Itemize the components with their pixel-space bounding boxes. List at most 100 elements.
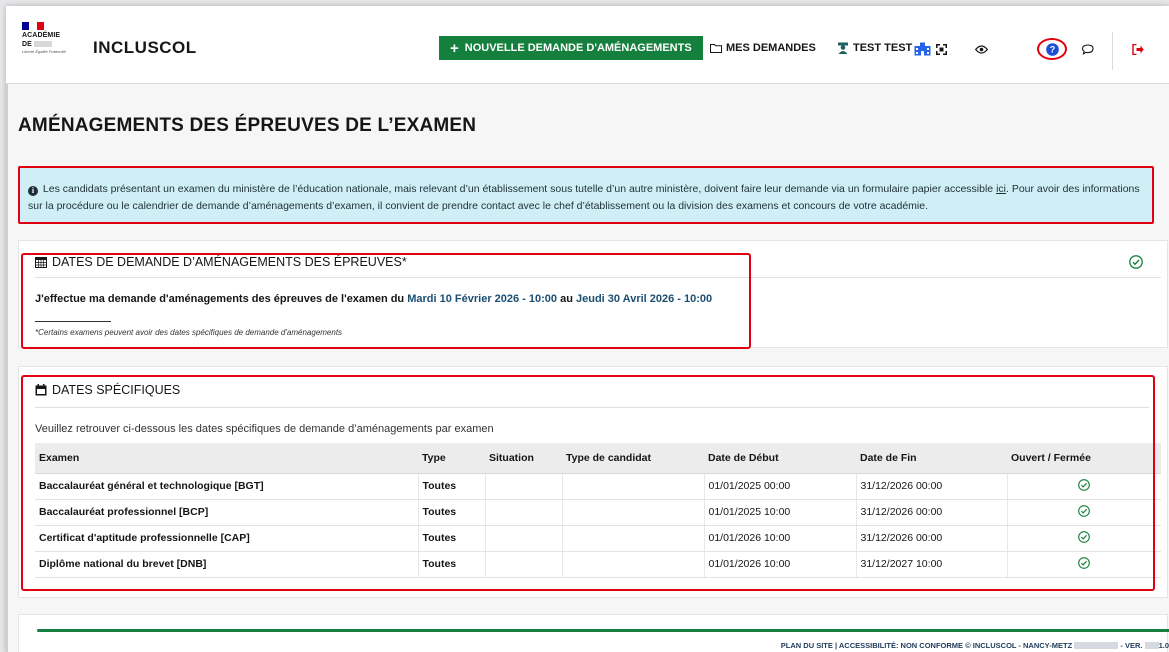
info-text-start: Les candidats présentant un examen du mi…: [42, 183, 994, 195]
status-cell: [1007, 499, 1161, 526]
card-divider: [35, 407, 1149, 408]
start-date-cell: 01/01/2025 00:00: [704, 473, 857, 500]
column-header[interactable]: Ouvert / Fermée: [1007, 443, 1161, 474]
specific-dates-table: Examen Type Situation Type de candidat D…: [35, 443, 1161, 578]
start-date-cell: 01/01/2026 10:00: [704, 551, 857, 578]
top-header: ACADÉMIE DE Liberté Égalité Fraternité I…: [6, 6, 1169, 84]
column-header[interactable]: Type: [418, 443, 485, 474]
sentence-start: J'effectue ma demande d'aménagements des…: [35, 293, 405, 305]
school-building-icon[interactable]: [913, 40, 931, 58]
situation-cell: [485, 551, 563, 578]
calendar-icon: [35, 384, 47, 396]
candidate-type-cell: [562, 551, 705, 578]
specific-dates-card: DATES SPÉCIFIQUES Veuillez retrouver ci-…: [18, 366, 1168, 598]
app-name[interactable]: INCLUSCOL: [93, 38, 197, 58]
situation-cell: [485, 499, 563, 526]
type-cell: Toutes: [418, 499, 486, 526]
footer: PLAN DU SITE | ACCESSIBILITÉ: NON CONFOR…: [6, 641, 1169, 652]
my-requests-label: MES DEMANDES: [726, 42, 816, 54]
new-request-label: NOUVELLE DEMANDE D'AMÉNAGEMENTS: [464, 42, 692, 54]
column-header[interactable]: Situation: [485, 443, 562, 474]
form-link[interactable]: ici: [996, 183, 1006, 195]
end-date-cell: 31/12/2027 10:00: [856, 551, 1008, 578]
check-circle-icon: [1078, 556, 1091, 569]
start-date-cell: 01/01/2025 10:00: [704, 499, 857, 526]
logo-line1: ACADÉMIE: [22, 32, 61, 39]
browser-window: ACADÉMIE DE Liberté Égalité Fraternité I…: [6, 6, 1169, 652]
start-date-cell: 01/01/2026 10:00: [704, 525, 857, 552]
footer-version-tail: 1.0: [1158, 641, 1169, 650]
status-cell: [1007, 551, 1161, 578]
exam-cell: Certificat d'aptitude professionnelle [C…: [35, 525, 419, 552]
calendar-grid-icon: [35, 257, 47, 268]
eye-icon[interactable]: [972, 40, 990, 58]
folder-icon: [710, 44, 722, 53]
check-circle-icon: [1078, 478, 1091, 491]
end-date-cell: 31/12/2026 00:00: [856, 473, 1008, 500]
card-divider: [35, 277, 1161, 278]
request-dates-title-text: DATES DE DEMANDE D’AMÉNAGEMENTS DES ÉPRE…: [52, 255, 407, 269]
check-circle-icon: [1078, 504, 1091, 517]
table-row: Baccalauréat professionnel [BCP] Toutes …: [35, 499, 1161, 526]
status-cell: [1007, 525, 1161, 552]
plus-icon: +: [450, 39, 459, 57]
type-cell: Toutes: [418, 473, 486, 500]
candidate-type-cell: [562, 473, 705, 500]
column-header[interactable]: Date de Fin: [856, 443, 1007, 474]
my-requests-link[interactable]: MES DEMANDES: [710, 42, 816, 54]
academie-logo[interactable]: ACADÉMIE DE Liberté Égalité Fraternité: [22, 22, 68, 74]
specific-dates-title-text: DATES SPÉCIFIQUES: [52, 383, 181, 397]
specific-dates-intro: Veuillez retrouver ci-dessous les dates …: [35, 423, 494, 435]
table-row: Diplôme national du brevet [DNB] Toutes …: [35, 551, 1161, 578]
situation-cell: [485, 525, 563, 552]
request-period-sentence: J'effectue ma demande d'aménagements des…: [35, 293, 712, 305]
logo-motto: Liberté Égalité Fraternité: [22, 49, 66, 54]
footnote: *Certains examens peuvent avoir des date…: [35, 328, 343, 337]
request-dates-title: DATES DE DEMANDE D’AMÉNAGEMENTS DES ÉPRE…: [35, 255, 407, 269]
end-date: Jeudi 30 Avril 2026 - 10:00: [576, 293, 713, 305]
user-menu[interactable]: TEST TEST: [837, 42, 912, 54]
logo-line2: DE: [22, 41, 32, 48]
page-title: AMÉNAGEMENTS DES ÉPREUVES DE L’EXAMEN: [18, 115, 477, 136]
type-cell: Toutes: [418, 525, 486, 552]
green-section-bar: [37, 629, 1169, 632]
candidate-type-cell: [562, 525, 705, 552]
redacted-footer-segment: [1074, 642, 1119, 649]
table-row: Baccalauréat général et technologique [B…: [35, 473, 1161, 500]
exam-cell: Baccalauréat général et technologique [B…: [35, 473, 419, 500]
page-edge: [6, 84, 8, 652]
exam-cell: Baccalauréat professionnel [BCP]: [35, 499, 419, 526]
footnote-separator: [35, 321, 111, 322]
type-cell: Toutes: [418, 551, 486, 578]
help-highlight-circle: [1037, 38, 1067, 60]
specific-dates-title: DATES SPÉCIFIQUES: [35, 383, 180, 397]
check-circle-icon: [1129, 255, 1143, 269]
user-teacher-icon: [838, 42, 848, 54]
column-header[interactable]: Examen: [35, 443, 418, 474]
fullscreen-icon[interactable]: [932, 40, 950, 58]
footer-text: PLAN DU SITE | ACCESSIBILITÉ: NON CONFOR…: [780, 641, 1073, 650]
exam-cell: Diplôme national du brevet [DNB]: [35, 551, 419, 578]
table-header-row: Examen Type Situation Type de candidat D…: [35, 443, 1161, 474]
candidate-type-cell: [562, 499, 705, 526]
info-alert: i Les candidats présentant un examen du …: [18, 166, 1154, 224]
check-circle-icon: [1078, 530, 1091, 543]
chat-bubble-icon[interactable]: [1079, 40, 1097, 58]
header-separator: [1112, 32, 1113, 70]
new-request-button[interactable]: + NOUVELLE DEMANDE D'AMÉNAGEMENTS: [439, 36, 703, 60]
situation-cell: [485, 473, 563, 500]
marianne-flag-icon: [22, 22, 44, 30]
info-icon: i: [28, 186, 38, 196]
sentence-connector: au: [560, 293, 573, 305]
footer-version-label: - VER.: [1120, 641, 1143, 650]
status-cell: [1007, 473, 1161, 500]
start-date: Mardi 10 Février 2026 - 10:00: [407, 293, 558, 305]
column-header[interactable]: Type de candidat: [562, 443, 704, 474]
logout-icon[interactable]: [1129, 40, 1147, 58]
request-dates-card: DATES DE DEMANDE D’AMÉNAGEMENTS DES ÉPRE…: [18, 240, 1168, 349]
redacted-academy-name: [33, 41, 52, 48]
user-name-label: TEST TEST: [853, 42, 913, 54]
column-header[interactable]: Date de Début: [704, 443, 856, 474]
end-date-cell: 31/12/2026 00:00: [856, 499, 1008, 526]
end-date-cell: 31/12/2026 00:00: [856, 525, 1008, 552]
